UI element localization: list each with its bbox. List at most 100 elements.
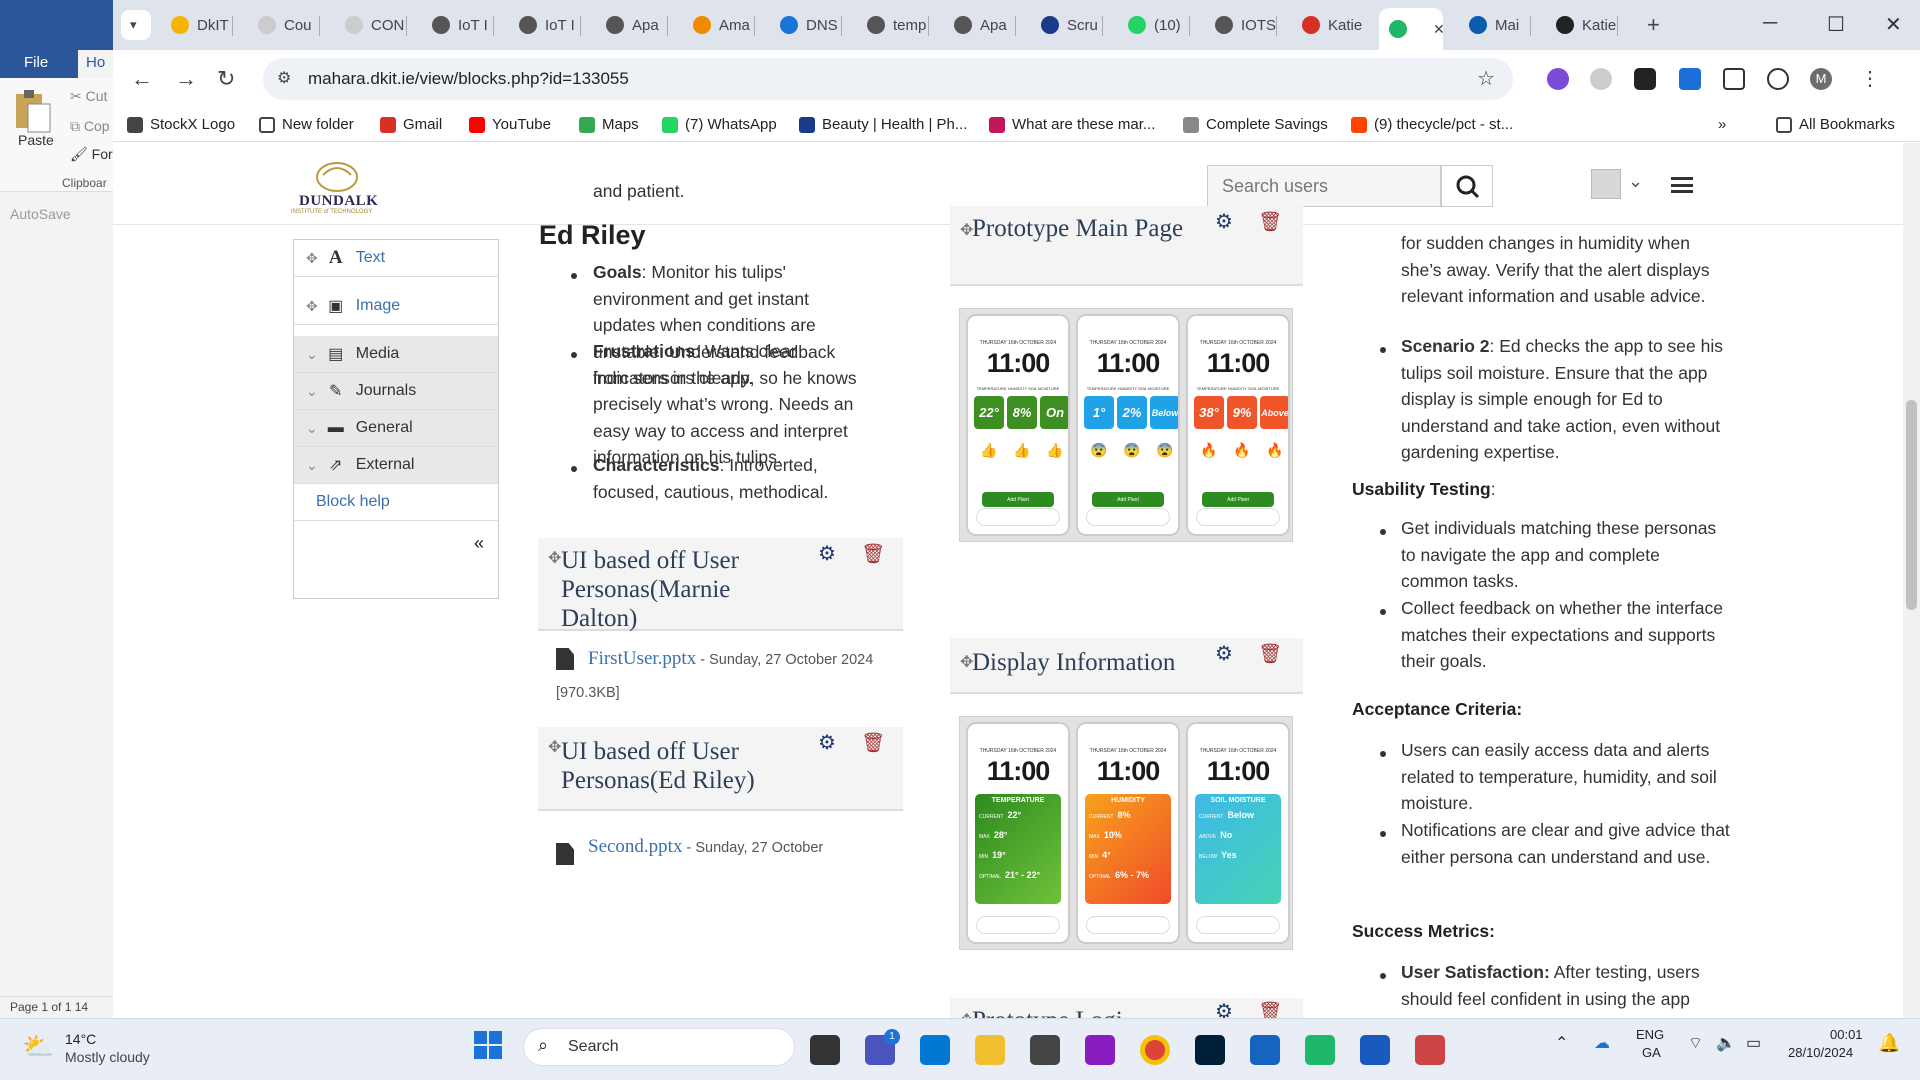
block-type-image[interactable]: ✥ ▣ Image — [294, 288, 498, 325]
notification-bell-icon[interactable]: 🔔 — [1878, 1033, 1900, 1054]
close-tab-icon[interactable]: ✕ — [1433, 21, 1443, 38]
all-bookmarks-button[interactable]: All Bookmarks — [1776, 116, 1895, 133]
address-bar[interactable]: ⚙ mahara.dkit.ie/view/blocks.php?id=1330… — [263, 58, 1513, 100]
trash-icon[interactable]: 🗑 — [861, 542, 885, 566]
hamburger-menu-icon[interactable] — [1671, 177, 1693, 193]
tab-search-button[interactable]: ▾ — [121, 10, 151, 40]
block-category-general[interactable]: ⌄ ▬ General — [294, 410, 498, 447]
browser-tab[interactable]: Ama — [683, 9, 754, 41]
user-avatar[interactable] — [1591, 169, 1621, 199]
forward-button[interactable]: → — [175, 66, 197, 92]
store-icon[interactable] — [1250, 1035, 1280, 1065]
browser-tab[interactable]: (10) — [1118, 9, 1189, 41]
gear-icon[interactable]: ⚙ — [1215, 209, 1233, 234]
clock-date[interactable]: 28/10/2024 — [1788, 1045, 1853, 1060]
tray-chevron-up-icon[interactable]: ⌃ — [1555, 1033, 1568, 1053]
move-icon[interactable]: ✥ — [548, 737, 561, 757]
gear-icon[interactable]: ⚙ — [818, 541, 836, 566]
browser-tab[interactable]: DNS — [770, 9, 841, 41]
extension-icon[interactable] — [1634, 68, 1656, 90]
browser-tab[interactable]: CON — [335, 9, 406, 41]
bookmark-item[interactable]: YouTube — [469, 116, 551, 133]
browser-tab[interactable]: Katie — [1546, 9, 1617, 41]
block-category-journals[interactable]: ⌄ ✎ Journals — [294, 373, 498, 410]
shield-extension-icon[interactable] — [1679, 68, 1701, 90]
browser-tab[interactable]: Cou — [248, 9, 319, 41]
bookmark-item[interactable]: StockX Logo — [127, 116, 235, 133]
weather-desc[interactable]: Mostly cloudy — [65, 1049, 150, 1065]
weather-temp[interactable]: 14°C — [65, 1031, 96, 1047]
onedrive-icon[interactable]: ☁ — [1594, 1033, 1610, 1053]
weather-icon[interactable]: ⛅ — [22, 1031, 54, 1062]
browser-tab[interactable]: Scru — [1031, 9, 1102, 41]
maximize-button[interactable]: ☐ — [1827, 12, 1845, 37]
search-users-input[interactable]: Search users — [1207, 165, 1441, 207]
block-type-text[interactable]: ✥ A Text — [294, 240, 498, 277]
scrollbar-thumb[interactable] — [1906, 400, 1917, 610]
close-window-button[interactable]: ✕ — [1885, 12, 1902, 37]
bookmark-item[interactable]: Beauty | Health | Ph... — [799, 116, 967, 133]
volume-icon[interactable]: 🔈 — [1716, 1033, 1736, 1053]
search-button[interactable] — [1441, 165, 1493, 207]
block-help-link[interactable]: Block help — [294, 484, 498, 521]
trash-icon[interactable]: 🗑 — [1258, 642, 1282, 666]
browser-tab[interactable]: IoT I — [509, 9, 580, 41]
clock-time[interactable]: 00:01 — [1830, 1027, 1863, 1042]
chrome-icon[interactable] — [1140, 1035, 1170, 1065]
vscode-icon[interactable] — [920, 1035, 950, 1065]
menu-kebab-icon[interactable]: ⋮ — [1860, 66, 1880, 91]
wifi-icon[interactable]: ⌔ — [1688, 1033, 1703, 1053]
intellij-icon[interactable] — [1085, 1035, 1115, 1065]
taskbar-search[interactable]: ⌕ Search — [523, 1028, 795, 1066]
tab-active[interactable]: ✕ — [1379, 8, 1443, 50]
bookmark-star-icon[interactable]: ☆ — [1477, 66, 1495, 91]
performance-icon[interactable] — [1767, 68, 1789, 90]
bookmark-item[interactable]: Maps — [579, 116, 639, 133]
puzzle-icon[interactable] — [1723, 68, 1745, 90]
browser-tab[interactable]: IoT I — [422, 9, 493, 41]
gear-icon[interactable]: ⚙ — [818, 730, 836, 755]
bookmark-item[interactable]: Gmail — [380, 116, 442, 133]
chevron-down-icon[interactable]: ⌄ — [1628, 171, 1643, 192]
extension-icon[interactable] — [1547, 68, 1569, 90]
dkit-logo[interactable]: DUNDALK INSTITUTE of TECHNOLOGY — [291, 155, 383, 215]
browser-tab[interactable]: IOTS — [1205, 9, 1276, 41]
cut-button[interactable]: ✂ Cut — [70, 88, 107, 105]
bookmark-item[interactable]: (9) thecycle/pct - st... — [1351, 116, 1513, 133]
bookmark-item[interactable]: Complete Savings — [1183, 116, 1328, 133]
collapse-panel-button[interactable]: « — [294, 525, 498, 562]
minimize-button[interactable]: ─ — [1763, 12, 1777, 35]
browser-tab[interactable]: Apa — [596, 9, 667, 41]
new-tab-button[interactable]: + — [1637, 9, 1667, 41]
trash-icon[interactable]: 🗑 — [1258, 210, 1282, 234]
bookmark-item[interactable]: (7) WhatsApp — [662, 116, 777, 133]
extension-icon[interactable] — [1590, 68, 1612, 90]
windows-start-icon[interactable] — [474, 1031, 502, 1059]
bookmark-item[interactable]: New folder — [259, 116, 354, 133]
file-link[interactable]: Second.pptx — [588, 836, 682, 857]
task-view-icon[interactable] — [810, 1035, 840, 1065]
file-link[interactable]: FirstUser.pptx — [588, 648, 696, 669]
photoshop-icon[interactable] — [1195, 1035, 1225, 1065]
block-category-media[interactable]: ⌄ ▤ Media — [294, 336, 498, 373]
browser-tab[interactable]: Apa — [944, 9, 1015, 41]
site-info-icon[interactable]: ⚙ — [277, 68, 291, 88]
gear-icon[interactable]: ⚙ — [1215, 641, 1233, 666]
app-icon[interactable] — [1305, 1035, 1335, 1065]
display-info-image[interactable]: THURSDAY 16th OCTOBER 2024 11:00 TEMPERATU… — [959, 716, 1293, 950]
trash-icon[interactable]: 🗑 — [861, 731, 885, 755]
snipping-tool-icon[interactable] — [1415, 1035, 1445, 1065]
back-button[interactable]: ← — [131, 66, 153, 92]
language-secondary[interactable]: GA — [1642, 1045, 1661, 1060]
trash-icon[interactable]: 🗑 — [1258, 1000, 1282, 1018]
browser-tab[interactable]: DkIT — [161, 9, 232, 41]
browser-tab[interactable]: Katie — [1292, 9, 1363, 41]
gear-icon[interactable]: ⚙ — [1215, 999, 1233, 1018]
block-category-external[interactable]: ⌄ ⇗ External — [294, 447, 498, 484]
bookmark-item[interactable]: What are these mar... — [989, 116, 1155, 133]
format-painter-button[interactable]: 🖌 For — [70, 146, 113, 163]
word-file-tab[interactable]: File — [0, 52, 72, 78]
language-primary[interactable]: ENG — [1636, 1027, 1664, 1042]
file-explorer-icon[interactable] — [975, 1035, 1005, 1065]
profile-avatar[interactable]: M — [1810, 68, 1832, 90]
